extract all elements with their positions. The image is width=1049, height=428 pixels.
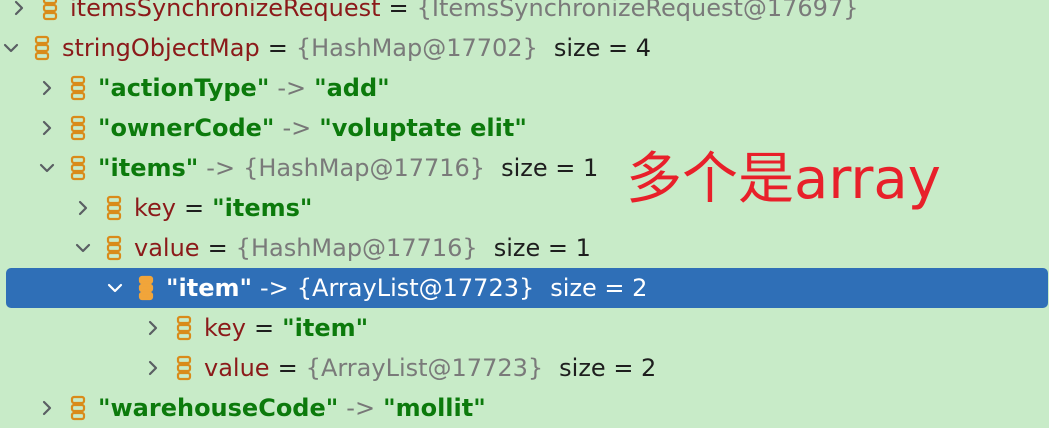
database-field-icon	[106, 235, 122, 261]
database-field-icon	[176, 315, 192, 341]
chevron-down-icon[interactable]	[36, 157, 58, 179]
tree-row-value[interactable]: value = {HashMap@17716} size = 1	[0, 228, 1049, 268]
tree-row-ownerCode[interactable]: "ownerCode" -> "voluptate elit"	[0, 108, 1049, 148]
string-value: "items"	[212, 194, 313, 222]
string-value: "item"	[282, 314, 369, 342]
database-field-icon	[34, 35, 50, 61]
equals-sign: =	[184, 194, 205, 222]
map-key: "ownerCode"	[98, 114, 275, 142]
database-field-icon	[42, 0, 58, 21]
object-reference: {HashMap@17716}	[235, 234, 478, 262]
equals-sign: =	[277, 354, 298, 382]
object-reference: {ArrayList@17723}	[296, 274, 535, 302]
map-key: "actionType"	[98, 74, 270, 102]
database-field-icon	[176, 355, 192, 381]
variable-name: stringObjectMap	[62, 34, 260, 62]
map-arrow: ->	[206, 154, 236, 182]
chevron-right-icon[interactable]	[72, 197, 94, 219]
tree-row-itemsSynchronizeRequest[interactable]: itemsSynchronizeRequest = {ItemsSynchron…	[0, 0, 1049, 28]
map-key: "item"	[166, 274, 252, 302]
tree-row-item-selected[interactable]: "item" -> {ArrayList@17723} size = 2	[6, 268, 1048, 308]
chevron-right-icon[interactable]	[36, 397, 58, 419]
equals-sign: =	[267, 34, 288, 62]
map-key: "items"	[98, 154, 199, 182]
tree-row-stringObjectMap[interactable]: stringObjectMap = {HashMap@17702} size =…	[0, 28, 1049, 68]
chevron-right-icon[interactable]	[142, 357, 164, 379]
object-reference: {ArrayList@17723}	[305, 354, 544, 382]
database-field-icon	[70, 115, 86, 141]
tree-row-key[interactable]: key = "item"	[0, 308, 1049, 348]
object-reference: {ItemsSynchronizeRequest@17697}	[416, 0, 859, 22]
object-reference: {HashMap@17716}	[243, 154, 486, 182]
map-key: "warehouseCode"	[98, 394, 339, 422]
chevron-down-icon[interactable]	[0, 37, 22, 59]
chevron-down-icon[interactable]	[104, 277, 126, 299]
object-reference: {HashMap@17702}	[295, 34, 538, 62]
chevron-right-icon[interactable]	[36, 117, 58, 139]
equals-sign: =	[207, 234, 228, 262]
tree-row-warehouseCode[interactable]: "warehouseCode" -> "mollit"	[0, 388, 1049, 428]
map-value: "voluptate elit"	[319, 114, 527, 142]
database-field-icon	[106, 195, 122, 221]
map-arrow: ->	[260, 274, 289, 302]
map-value: "add"	[314, 74, 390, 102]
equals-sign: =	[388, 0, 409, 22]
map-arrow: ->	[277, 74, 307, 102]
size-label: size = 1	[493, 234, 591, 262]
chevron-right-icon[interactable]	[36, 77, 58, 99]
variable-name: value	[204, 354, 270, 382]
tree-row-actionType[interactable]: "actionType" -> "add"	[0, 68, 1049, 108]
database-field-icon	[70, 155, 86, 181]
chevron-right-icon[interactable]	[142, 317, 164, 339]
tree-row-value[interactable]: value = {ArrayList@17723} size = 2	[0, 348, 1049, 388]
map-value: "mollit"	[383, 394, 486, 422]
size-label: size = 2	[559, 354, 657, 382]
size-label: size = 1	[501, 154, 599, 182]
size-label: size = 2	[550, 274, 648, 302]
chevron-right-icon[interactable]	[8, 0, 30, 19]
variable-name: key	[204, 314, 247, 342]
annotation-text: 多个是array	[626, 147, 941, 212]
equals-sign: =	[254, 314, 275, 342]
map-arrow: ->	[346, 394, 376, 422]
database-field-icon	[138, 275, 154, 301]
database-field-icon	[70, 75, 86, 101]
map-arrow: ->	[282, 114, 312, 142]
variable-name: value	[134, 234, 200, 262]
size-label: size = 4	[553, 34, 652, 62]
database-field-icon	[70, 395, 86, 421]
chevron-down-icon[interactable]	[72, 237, 94, 259]
variable-name: key	[134, 194, 177, 222]
variable-name: itemsSynchronizeRequest	[70, 0, 381, 22]
